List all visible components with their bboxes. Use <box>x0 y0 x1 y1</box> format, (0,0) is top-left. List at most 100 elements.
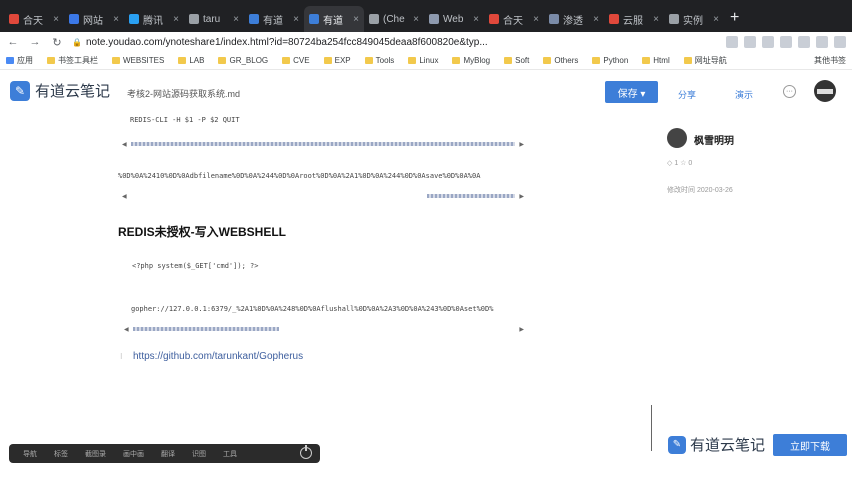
scroll-left-icon[interactable]: ◀ <box>122 141 127 148</box>
dock-item[interactable]: 截图录 <box>85 449 106 459</box>
footer-logo[interactable]: ✎ 有道云笔记 <box>668 434 765 455</box>
tab-close-icon[interactable]: × <box>173 14 179 25</box>
youdao-logo[interactable]: ✎ 有道云笔记 <box>10 80 110 101</box>
dock-item[interactable]: 画中画 <box>123 449 144 459</box>
tab-close-icon[interactable]: × <box>353 14 359 25</box>
bookmark-item[interactable]: 应用 <box>6 55 33 66</box>
tab-close-icon[interactable]: × <box>533 14 539 25</box>
tab-label: 云服 <box>623 15 643 27</box>
reload-icon[interactable]: ↻ <box>50 36 64 49</box>
folder-icon <box>282 57 291 64</box>
bookmark-label: Python <box>603 56 629 65</box>
bookmark-label: WEBSITES <box>123 56 165 65</box>
extension-icons <box>726 36 846 48</box>
bookmark-item[interactable]: CVE <box>282 56 310 65</box>
browser-tab[interactable]: (Che × <box>364 6 424 32</box>
bookmark-item[interactable]: WEBSITES <box>112 56 164 65</box>
extension-icon[interactable] <box>834 36 846 48</box>
tab-close-icon[interactable]: × <box>293 14 299 25</box>
extension-icon[interactable] <box>744 36 756 48</box>
dock-item[interactable]: 工具 <box>223 449 237 459</box>
forward-icon[interactable]: → <box>28 36 42 48</box>
extension-icon[interactable] <box>816 36 828 48</box>
bookmark-item[interactable]: Linux <box>408 56 438 65</box>
browser-tab[interactable]: 有道 × <box>244 6 304 32</box>
bookmark-item[interactable]: 网址导航 <box>683 55 727 66</box>
tab-favicon-icon <box>189 14 199 24</box>
browser-tab[interactable]: 有道 × <box>304 6 364 32</box>
browser-tab[interactable]: 渗透 × <box>544 6 604 32</box>
browser-tab[interactable]: taru × <box>184 6 244 32</box>
bookmark-item[interactable]: GR_BLOG <box>218 56 268 65</box>
browser-tab[interactable]: 实例 × <box>664 6 724 32</box>
power-icon[interactable] <box>300 445 312 459</box>
youdao-logo-icon: ✎ <box>10 80 30 101</box>
code-scrollbar[interactable]: ◀ ▶ <box>122 193 524 200</box>
browser-tab[interactable]: 腾讯 × <box>124 6 184 32</box>
bookmark-label: 网址导航 <box>694 56 727 65</box>
tab-close-icon[interactable]: × <box>233 14 239 25</box>
bookmark-item[interactable]: 书签工具栏 <box>47 55 98 66</box>
scroll-right-icon[interactable]: ▶ <box>519 193 524 200</box>
scroll-left-icon[interactable]: ◀ <box>122 193 127 200</box>
tab-close-icon[interactable]: × <box>713 14 719 25</box>
bookmark-item[interactable]: Python <box>592 56 628 65</box>
scroll-left-icon[interactable]: ◀ <box>124 326 129 333</box>
bookmark-item[interactable]: Tools <box>364 56 394 65</box>
back-icon[interactable]: ← <box>6 36 20 48</box>
extension-icon[interactable] <box>798 36 810 48</box>
author-avatar[interactable] <box>667 128 687 148</box>
new-tab-button[interactable]: + <box>730 9 739 27</box>
browser-tab[interactable]: 合天 × <box>484 6 544 32</box>
browser-tab[interactable]: 云服 × <box>604 6 664 32</box>
folder-icon <box>642 57 651 64</box>
dock-item[interactable]: 标签 <box>54 449 68 459</box>
download-button[interactable]: 立即下载 <box>773 434 847 456</box>
folder-icon <box>364 57 373 64</box>
folder-icon <box>452 57 461 64</box>
tab-close-icon[interactable]: × <box>113 14 119 25</box>
lock-icon: 🔒 <box>72 37 82 47</box>
extension-icon[interactable] <box>726 36 738 48</box>
tab-favicon-icon <box>249 14 259 24</box>
bookmark-item[interactable]: Others <box>543 56 578 65</box>
tab-label: 网站 <box>83 15 103 27</box>
code-scrollbar[interactable]: ◀ ▶ <box>122 141 524 148</box>
dock-item[interactable]: 翻译 <box>161 449 175 459</box>
scroll-right-icon[interactable]: ▶ <box>519 326 524 333</box>
user-avatar[interactable] <box>814 80 836 102</box>
save-button[interactable]: 保存 ▾ <box>605 81 658 103</box>
tab-close-icon[interactable]: × <box>653 14 659 25</box>
browser-tab[interactable]: 合天 × <box>4 6 64 32</box>
bookmark-item[interactable]: Soft <box>504 56 529 65</box>
extension-icon[interactable] <box>762 36 774 48</box>
tab-close-icon[interactable]: × <box>593 14 599 25</box>
extension-icon[interactable] <box>780 36 792 48</box>
bookmark-item[interactable]: LAB <box>178 56 204 65</box>
tab-close-icon[interactable]: × <box>473 14 479 25</box>
tab-favicon-icon <box>69 14 79 24</box>
tab-label: 腾讯 <box>143 15 163 27</box>
scroll-right-icon[interactable]: ▶ <box>519 141 524 148</box>
folder-icon <box>408 57 417 64</box>
dock-item[interactable]: 识图 <box>192 449 206 459</box>
present-button[interactable]: 演示 <box>735 88 753 101</box>
code-scrollbar[interactable]: ◀ ▶ <box>124 326 524 333</box>
gopherus-link[interactable]: https://github.com/tarunkant/Gopherus <box>133 351 303 362</box>
browser-tab[interactable]: 网站 × <box>64 6 124 32</box>
address-bar[interactable]: 🔒 note.youdao.com/ynoteshare1/index.html… <box>72 37 592 48</box>
bookmark-label: LAB <box>189 56 205 65</box>
tab-close-icon[interactable]: × <box>413 14 419 25</box>
other-bookmarks[interactable]: 其他书签 <box>814 55 846 66</box>
bookmark-label: Html <box>653 56 670 65</box>
author-name[interactable]: 枫雪明玥 <box>694 132 734 147</box>
more-icon[interactable]: ··· <box>783 85 796 98</box>
browser-tab[interactable]: Web × <box>424 6 484 32</box>
share-button[interactable]: 分享 <box>678 88 696 101</box>
dock-item[interactable]: 导航 <box>23 449 37 459</box>
bookmark-item[interactable]: MyBlog <box>452 56 490 65</box>
tab-close-icon[interactable]: × <box>53 14 59 25</box>
bookmark-label: GR_BLOG <box>229 56 269 65</box>
bookmark-item[interactable]: EXP <box>323 56 351 65</box>
bookmark-item[interactable]: Html <box>642 56 670 65</box>
